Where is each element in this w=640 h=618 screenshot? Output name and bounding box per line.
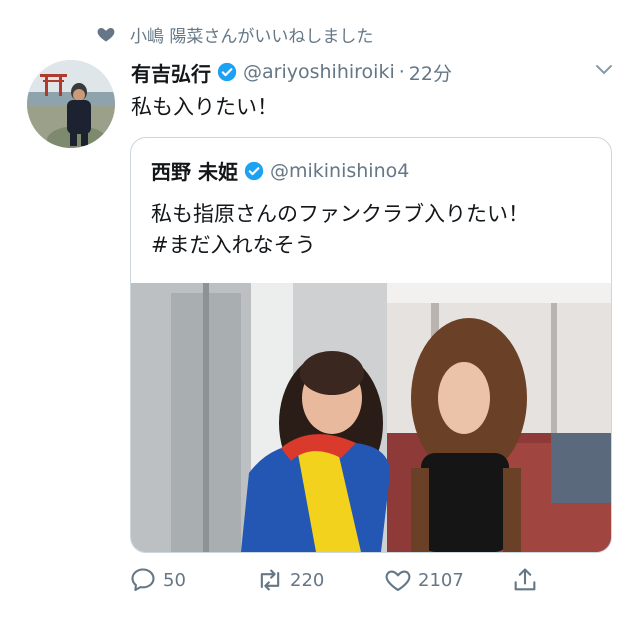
retweet-count: 220 — [290, 569, 325, 591]
quoted-tweet-header: 西野 未姫 @mikinishino4 — [151, 156, 409, 185]
retweet-icon — [260, 569, 280, 591]
avatar[interactable] — [27, 60, 115, 148]
reply-count: 50 — [163, 569, 186, 591]
quoted-tweet-line-1: 私も指原さんのファンクラブ入りたい！ — [151, 202, 529, 226]
liked-by-text: 小嶋 陽菜さんがいいねしました — [130, 26, 374, 47]
tweet-header: 有吉弘行 @ariyoshihiroiki · 22分 — [131, 58, 452, 86]
quoted-tweet-text: 私も指原さんのファンクラブ入りたい！ #まだ入れなそう — [151, 199, 529, 261]
verified-badge-icon — [217, 62, 237, 82]
tweet-time[interactable]: 22分 — [409, 59, 452, 86]
social-context: 小嶋 陽菜さんがいいねしました — [96, 22, 374, 47]
quoted-tweet-card[interactable]: 西野 未姫 @mikinishino4 私も指原さんのファンクラブ入りたい！ #… — [130, 137, 612, 553]
author-name[interactable]: 有吉弘行 — [131, 58, 211, 87]
quoted-tweet-photo[interactable] — [131, 283, 611, 552]
author-handle[interactable]: @ariyoshihiroiki — [243, 61, 395, 83]
meta-separator: · — [398, 61, 405, 83]
like-icon — [385, 570, 411, 591]
quoted-tweet-hashtag[interactable]: #まだ入れなそう — [151, 230, 529, 261]
verified-badge-icon — [244, 161, 264, 180]
reply-button[interactable]: 50 — [129, 566, 186, 594]
quoted-author-name: 西野 未姫 — [151, 160, 238, 184]
chevron-down-icon[interactable] — [594, 62, 614, 78]
reply-icon — [131, 568, 155, 591]
quoted-author-handle: @mikinishino4 — [269, 159, 410, 182]
avatar-image — [27, 60, 115, 148]
like-button[interactable]: 2107 — [384, 566, 464, 594]
share-button[interactable] — [511, 566, 539, 594]
share-icon — [514, 568, 536, 591]
like-count: 2107 — [418, 569, 464, 591]
tweet-text: 私も入りたい！ — [131, 95, 278, 119]
heart-icon — [97, 28, 115, 42]
retweet-button[interactable]: 220 — [256, 566, 324, 594]
